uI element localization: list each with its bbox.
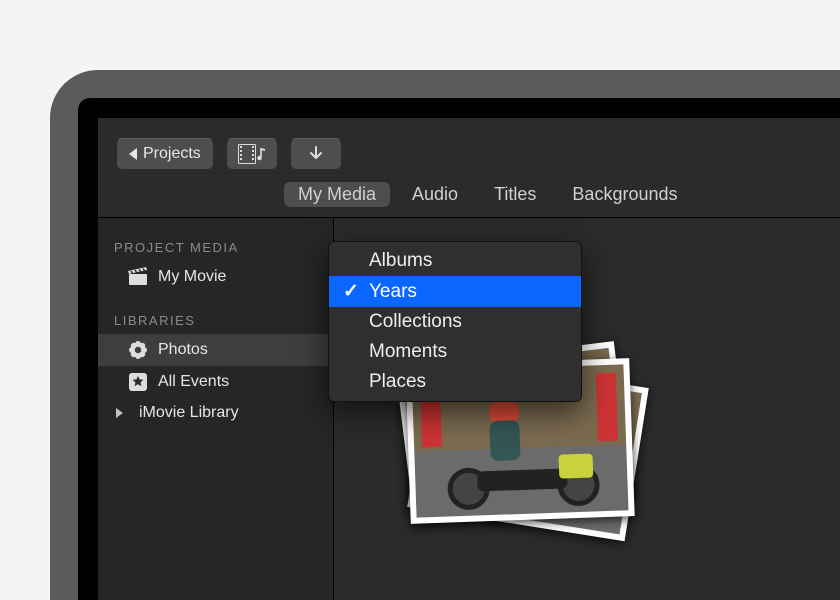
- sidebar-item-label: All Events: [158, 373, 229, 391]
- menu-item-years[interactable]: ✓ Years: [329, 276, 581, 307]
- import-button[interactable]: [290, 138, 342, 170]
- sidebar-item-imovie-library[interactable]: iMovie Library: [98, 398, 333, 428]
- sidebar-item-label: Photos: [158, 341, 208, 359]
- menu-item-label: Moments: [369, 341, 447, 363]
- sidebar-item-label: My Movie: [158, 268, 226, 286]
- sidebar-item-label: iMovie Library: [139, 404, 239, 422]
- tab-my-media[interactable]: My Media: [284, 182, 390, 207]
- sidebar-section-project-media: PROJECT MEDIA: [98, 234, 333, 261]
- sidebar-item-all-events[interactable]: All Events: [98, 366, 333, 398]
- menu-item-label: Years: [369, 281, 417, 303]
- photos-app-icon: [128, 340, 148, 360]
- chevron-left-icon: [129, 148, 137, 160]
- tab-titles[interactable]: Titles: [494, 184, 536, 205]
- tab-backgrounds[interactable]: Backgrounds: [572, 184, 677, 205]
- tab-audio[interactable]: Audio: [412, 184, 458, 205]
- star-box-icon: [128, 372, 148, 392]
- sidebar-item-my-movie[interactable]: My Movie: [98, 261, 333, 293]
- clapperboard-icon: [128, 267, 148, 287]
- filmstrip-music-icon: [238, 144, 266, 164]
- sidebar: PROJECT MEDIA My Movie LIBRARIES Photos: [98, 218, 334, 600]
- menu-item-label: Collections: [369, 311, 462, 333]
- download-arrow-icon: [307, 145, 325, 163]
- media-tabs: My Media Audio Titles Backgrounds: [98, 184, 840, 217]
- menu-item-moments[interactable]: Moments: [329, 337, 581, 367]
- back-button-label: Projects: [143, 145, 201, 163]
- menu-item-label: Albums: [369, 250, 432, 272]
- menu-item-places[interactable]: Places: [329, 367, 581, 397]
- media-button[interactable]: [226, 138, 278, 170]
- disclosure-triangle-icon[interactable]: [116, 408, 123, 418]
- photos-view-dropdown: Albums ✓ Years Collections Moments Place…: [328, 241, 582, 402]
- menu-item-albums[interactable]: Albums: [329, 246, 581, 276]
- back-button[interactable]: Projects: [116, 138, 214, 170]
- menu-item-collections[interactable]: Collections: [329, 307, 581, 337]
- toolbar: Projects: [98, 118, 840, 184]
- checkmark-icon: ✓: [343, 280, 359, 303]
- sidebar-item-photos[interactable]: Photos: [98, 334, 333, 366]
- sidebar-section-libraries: LIBRARIES: [98, 307, 333, 334]
- menu-item-label: Places: [369, 371, 426, 393]
